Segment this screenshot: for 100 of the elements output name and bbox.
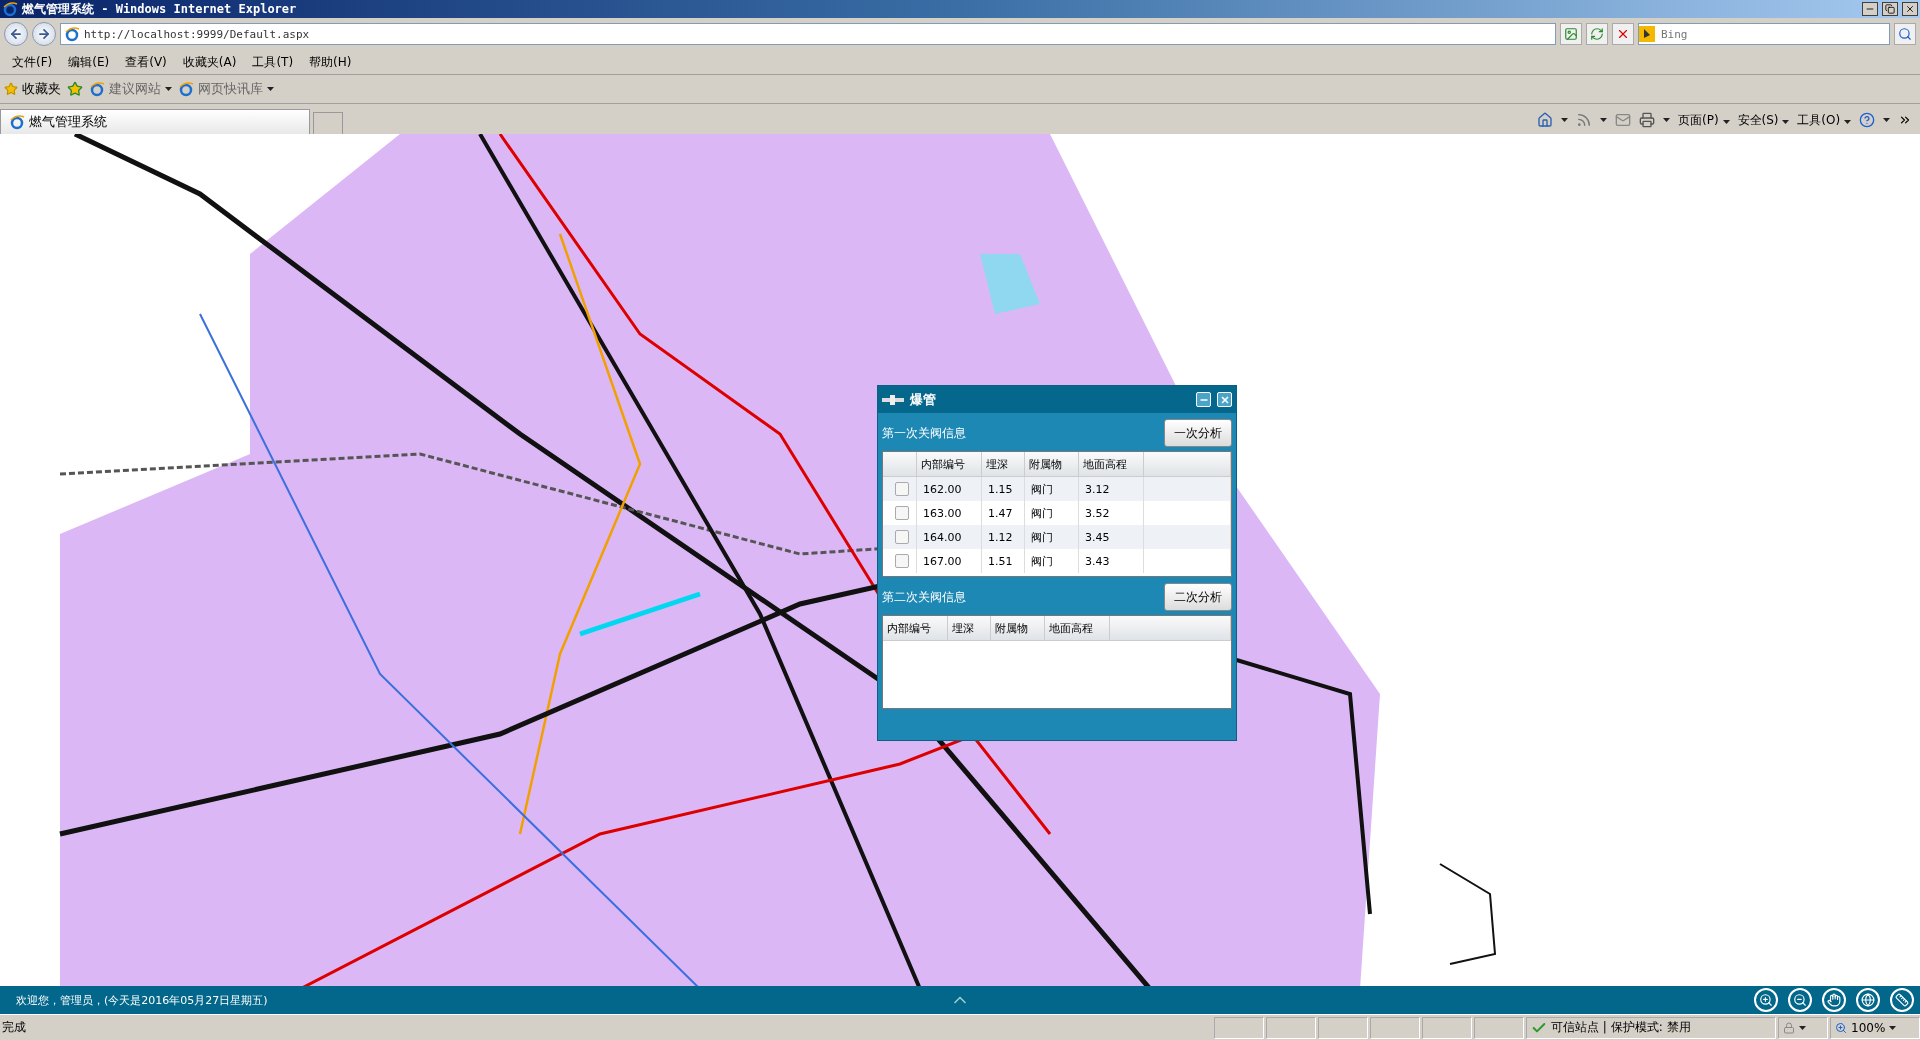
column-header: 附属物 — [991, 616, 1045, 640]
refresh-icon — [1590, 27, 1604, 41]
address-field[interactable]: http://localhost:9999/Default.aspx — [60, 23, 1556, 45]
favorites-button[interactable]: 收藏夹 — [4, 80, 61, 98]
menu-item[interactable]: 工具(T) — [244, 53, 302, 71]
url-text: http://localhost:9999/Default.aspx — [84, 27, 310, 41]
close-button[interactable] — [1902, 2, 1918, 16]
analyze-button[interactable]: 二次分析 — [1164, 583, 1232, 611]
bing-icon — [1639, 26, 1655, 42]
zoom-in-button[interactable] — [1754, 988, 1778, 1012]
full-extent-button[interactable] — [1856, 988, 1880, 1012]
browser-tab[interactable]: 燃气管理系统 — [0, 109, 310, 134]
section-heading: 第一次关阀信息 — [882, 424, 966, 442]
pan-button[interactable] — [1822, 988, 1846, 1012]
zoom-icon — [1835, 1021, 1847, 1034]
menu-item[interactable]: 编辑(E) — [60, 53, 118, 71]
browser-icon — [64, 26, 80, 42]
analyze-button[interactable]: 一次分析 — [1164, 419, 1232, 447]
stop-button[interactable] — [1612, 23, 1634, 45]
restore-icon — [1885, 4, 1895, 14]
caret-icon — [1782, 119, 1790, 124]
favorites-link[interactable]: 建议网站 — [89, 80, 172, 98]
browser-icon — [89, 81, 105, 97]
back-button[interactable] — [4, 22, 28, 46]
caret-icon — [1561, 118, 1569, 122]
add-favorite-icon[interactable] — [67, 81, 83, 97]
menu-item[interactable]: 文件(F) — [4, 53, 61, 71]
status-pane — [1474, 1016, 1524, 1039]
favorites-link[interactable]: 网页快讯库 — [178, 80, 274, 98]
column-header: 附属物 — [1025, 452, 1079, 476]
mail-icon[interactable] — [1615, 112, 1632, 128]
browser-icon — [9, 114, 25, 130]
table-cell: 1.51 — [982, 549, 1025, 573]
caret-icon — [1889, 1025, 1897, 1030]
hand-icon — [1827, 993, 1841, 1007]
ruler-icon — [1895, 993, 1909, 1007]
section-heading: 第二次关阀信息 — [882, 588, 966, 606]
command-menu[interactable]: 页面(P) — [1678, 111, 1730, 129]
status-pane — [1370, 1016, 1420, 1039]
browser-icon — [2, 1, 18, 17]
caret-icon — [1722, 119, 1730, 124]
caret-icon — [165, 87, 172, 91]
star-icon — [4, 82, 18, 96]
caret-icon — [1663, 118, 1671, 122]
status-pane — [1214, 1016, 1264, 1039]
caret-icon — [1600, 118, 1608, 122]
minimize-button[interactable] — [1862, 2, 1878, 16]
back-icon — [9, 27, 23, 41]
column-header: 地面高程 — [1045, 616, 1110, 640]
more-icon[interactable] — [1898, 113, 1912, 127]
table-cell: 阀门 — [1025, 549, 1079, 573]
column-header: 埋深 — [948, 616, 991, 640]
measure-button[interactable] — [1890, 988, 1914, 1012]
search-icon — [1898, 27, 1912, 41]
status-pane — [1318, 1016, 1368, 1039]
table-cell: 3.43 — [1079, 549, 1144, 573]
close-icon — [1219, 394, 1230, 405]
status-pane — [1266, 1016, 1316, 1039]
zoom-in-icon — [1759, 993, 1773, 1007]
globe-icon — [1861, 993, 1875, 1007]
browser-icon — [178, 81, 194, 97]
feed-icon[interactable] — [1576, 112, 1593, 128]
forward-icon — [37, 27, 51, 41]
welcome-text: 欢迎您，管理员，(今天是2016年05月27日星期五) — [16, 992, 268, 1008]
dialog-title: 爆管 — [910, 390, 937, 409]
menu-item[interactable]: 收藏夹(A) — [174, 53, 245, 71]
status-text: 完成 — [1, 1019, 27, 1036]
forward-button[interactable] — [32, 22, 56, 46]
column-header: 内部编号 — [917, 452, 982, 476]
column-header: 内部编号 — [883, 616, 948, 640]
security-button[interactable] — [1778, 1016, 1828, 1039]
row-checkbox[interactable] — [895, 554, 909, 568]
caret-icon — [1883, 118, 1890, 122]
home-icon[interactable] — [1537, 112, 1554, 128]
menu-item[interactable]: 查看(V) — [117, 53, 175, 71]
search-field[interactable]: Bing — [1638, 23, 1890, 45]
table-cell: 167.00 — [917, 549, 982, 573]
menu-item[interactable]: 帮助(H) — [301, 53, 360, 71]
compat-button[interactable] — [1560, 23, 1582, 45]
column-header: 地面高程 — [1079, 452, 1144, 476]
refresh-button[interactable] — [1586, 23, 1608, 45]
zoom-out-button[interactable] — [1788, 988, 1812, 1012]
help-icon[interactable] — [1859, 112, 1875, 128]
row-checkbox[interactable] — [895, 482, 909, 496]
print-icon[interactable] — [1639, 112, 1656, 128]
zoom-button[interactable]: 100% — [1830, 1016, 1920, 1039]
command-menu[interactable]: 安全(S) — [1737, 111, 1790, 129]
lock-icon — [1783, 1021, 1795, 1034]
row-checkbox[interactable] — [895, 530, 909, 544]
restore-button[interactable] — [1882, 2, 1898, 16]
stop-icon — [1616, 27, 1630, 41]
search-input[interactable]: Bing — [1659, 26, 1889, 42]
row-checkbox[interactable] — [895, 506, 909, 520]
command-menu[interactable]: 工具(O) — [1797, 111, 1851, 129]
search-button[interactable] — [1894, 23, 1916, 45]
image-icon — [1564, 27, 1578, 41]
status-pane — [1422, 1016, 1472, 1039]
zoom-out-icon — [1793, 993, 1807, 1007]
zone-text: 可信站点 | 保护模式: 禁用 — [1551, 1019, 1691, 1036]
caret-icon — [267, 87, 274, 91]
